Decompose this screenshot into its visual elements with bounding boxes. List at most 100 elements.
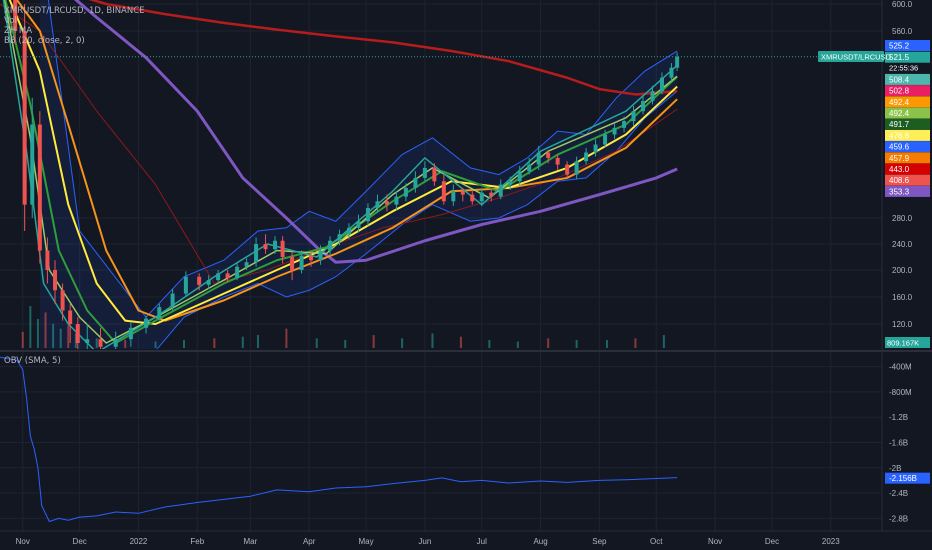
candle-body bbox=[183, 276, 188, 294]
time-axis-label: Mar bbox=[243, 537, 257, 546]
price-label-text: 353.3 bbox=[889, 187, 910, 196]
candle-body bbox=[451, 191, 456, 202]
price-label-text: 492.4 bbox=[889, 109, 910, 118]
candle-body bbox=[527, 164, 532, 172]
legend-bb[interactable]: BB (20, close, 2, 0) bbox=[4, 36, 85, 46]
price-axis-tick-label: 160.0 bbox=[892, 293, 913, 302]
obv-axis-tick-label: -2.8B bbox=[889, 514, 908, 523]
time-axis-label: May bbox=[359, 537, 374, 546]
candle-body bbox=[432, 167, 437, 182]
volume-bar bbox=[315, 338, 318, 348]
legend-obv[interactable]: OBV (SMA, 5) bbox=[4, 356, 61, 366]
price-label-text: 491.7 bbox=[889, 120, 910, 129]
candle-body bbox=[128, 327, 133, 340]
candle-body bbox=[384, 201, 389, 205]
volume-bar bbox=[431, 333, 434, 348]
candle-body bbox=[422, 167, 427, 178]
candle-body bbox=[85, 339, 90, 343]
candle-body bbox=[508, 181, 513, 185]
main-legend: XMRUSDT/LRCUSD, 1D, BINANCE Vol ZH MA BB… bbox=[4, 6, 145, 46]
volume-bar bbox=[44, 312, 47, 348]
obv-axis-tick-label: -1.6B bbox=[889, 439, 908, 448]
volume-bar bbox=[372, 335, 375, 348]
candle-body bbox=[216, 273, 221, 281]
price-label-text: 408.6 bbox=[889, 176, 910, 185]
candle-body bbox=[356, 221, 361, 228]
volume-bar bbox=[285, 328, 288, 348]
candle-body bbox=[60, 290, 65, 311]
candle-body bbox=[98, 339, 103, 347]
candle-body bbox=[347, 227, 352, 235]
volume-bar bbox=[36, 318, 39, 348]
candle-body bbox=[574, 161, 579, 175]
candle-body bbox=[498, 184, 503, 197]
volume-bar bbox=[29, 306, 32, 348]
volume-bar bbox=[634, 338, 637, 348]
candle-body bbox=[273, 240, 278, 250]
candle-body bbox=[413, 177, 418, 188]
candle-body bbox=[675, 56, 680, 68]
time-axis-label: Aug bbox=[533, 537, 547, 546]
time-axis-label: Apr bbox=[303, 537, 316, 546]
candle-body bbox=[460, 191, 465, 195]
price-axis-tick-label: 600.0 bbox=[892, 0, 913, 9]
candle-body bbox=[659, 77, 664, 92]
volume-bar bbox=[52, 323, 55, 348]
legend-symbol[interactable]: XMRUSDT/LRCUSD, 1D, BINANCE bbox=[4, 6, 145, 16]
obv-axis-tick-label: -2.4B bbox=[889, 489, 908, 498]
price-axis-tick-label: 280.0 bbox=[892, 214, 913, 223]
volume-label-text: 809.167K bbox=[887, 339, 919, 348]
obv-axis-tick-label: -2B bbox=[889, 464, 901, 473]
candle-body bbox=[489, 192, 494, 197]
candle-body bbox=[225, 273, 230, 279]
volume-bar bbox=[459, 336, 462, 348]
candle-body bbox=[30, 124, 35, 205]
candle-body bbox=[622, 121, 627, 128]
legend-vol[interactable]: Vol bbox=[4, 16, 17, 26]
volume-bar bbox=[256, 335, 259, 348]
price-label-text: 502.8 bbox=[889, 87, 910, 96]
price-label-text: 521.5 bbox=[889, 53, 910, 62]
symbol-price-tag: XMRUSDT/LRCUSD bbox=[818, 51, 892, 62]
candle-body bbox=[235, 266, 240, 279]
candle-body bbox=[593, 144, 598, 153]
price-label-text: 457.9 bbox=[889, 154, 910, 163]
time-axis-label: Dec bbox=[765, 537, 779, 546]
candle-body bbox=[669, 67, 674, 78]
candle-body bbox=[290, 257, 295, 270]
time-axis-label: Dec bbox=[73, 537, 87, 546]
candle-body bbox=[603, 134, 608, 145]
price-label-text: 443.0 bbox=[889, 165, 910, 174]
candle-body bbox=[403, 187, 408, 197]
volume-bar bbox=[344, 339, 347, 348]
volume-bar bbox=[59, 328, 62, 348]
candle-body bbox=[337, 234, 342, 241]
volume-bar bbox=[575, 339, 578, 348]
time-axis-label: Sep bbox=[592, 537, 607, 546]
candle-body bbox=[318, 250, 323, 261]
volume-bar bbox=[401, 338, 404, 348]
time-axis-label: 2023 bbox=[822, 537, 840, 546]
time-axis[interactable]: Nov Dec 2022 Feb Mar Apr May Jun Jul Aug Sep Oct Nov… bbox=[16, 537, 841, 546]
chart-area[interactable]: 600.0 560.0 280.0 240.0 200.0 160.0 120.0 -400… bbox=[0, 0, 932, 550]
candle-body bbox=[470, 194, 475, 202]
time-axis-label: Nov bbox=[708, 537, 722, 546]
obv-axis-tick-label: -1.2B bbox=[889, 413, 908, 422]
volume-bar bbox=[67, 325, 70, 348]
price-axis-tick-label: 240.0 bbox=[892, 240, 913, 249]
candle-body bbox=[309, 255, 314, 261]
volume-bar bbox=[662, 335, 665, 348]
candle-body bbox=[328, 240, 333, 251]
price-axis-tick-label: 200.0 bbox=[892, 266, 913, 275]
candle-body bbox=[299, 255, 304, 270]
price-axis-tick-label: 120.0 bbox=[892, 320, 913, 329]
candle-body bbox=[517, 171, 522, 182]
volume-bar bbox=[21, 331, 24, 348]
candle-body bbox=[641, 101, 646, 112]
time-axis-label: Feb bbox=[190, 537, 204, 546]
candle-body bbox=[170, 293, 175, 308]
candle-body bbox=[263, 244, 268, 250]
legend-zh-ma[interactable]: ZH MA bbox=[4, 26, 32, 36]
countdown-text: 22:55:36 bbox=[889, 64, 918, 73]
candle-body bbox=[75, 324, 80, 343]
